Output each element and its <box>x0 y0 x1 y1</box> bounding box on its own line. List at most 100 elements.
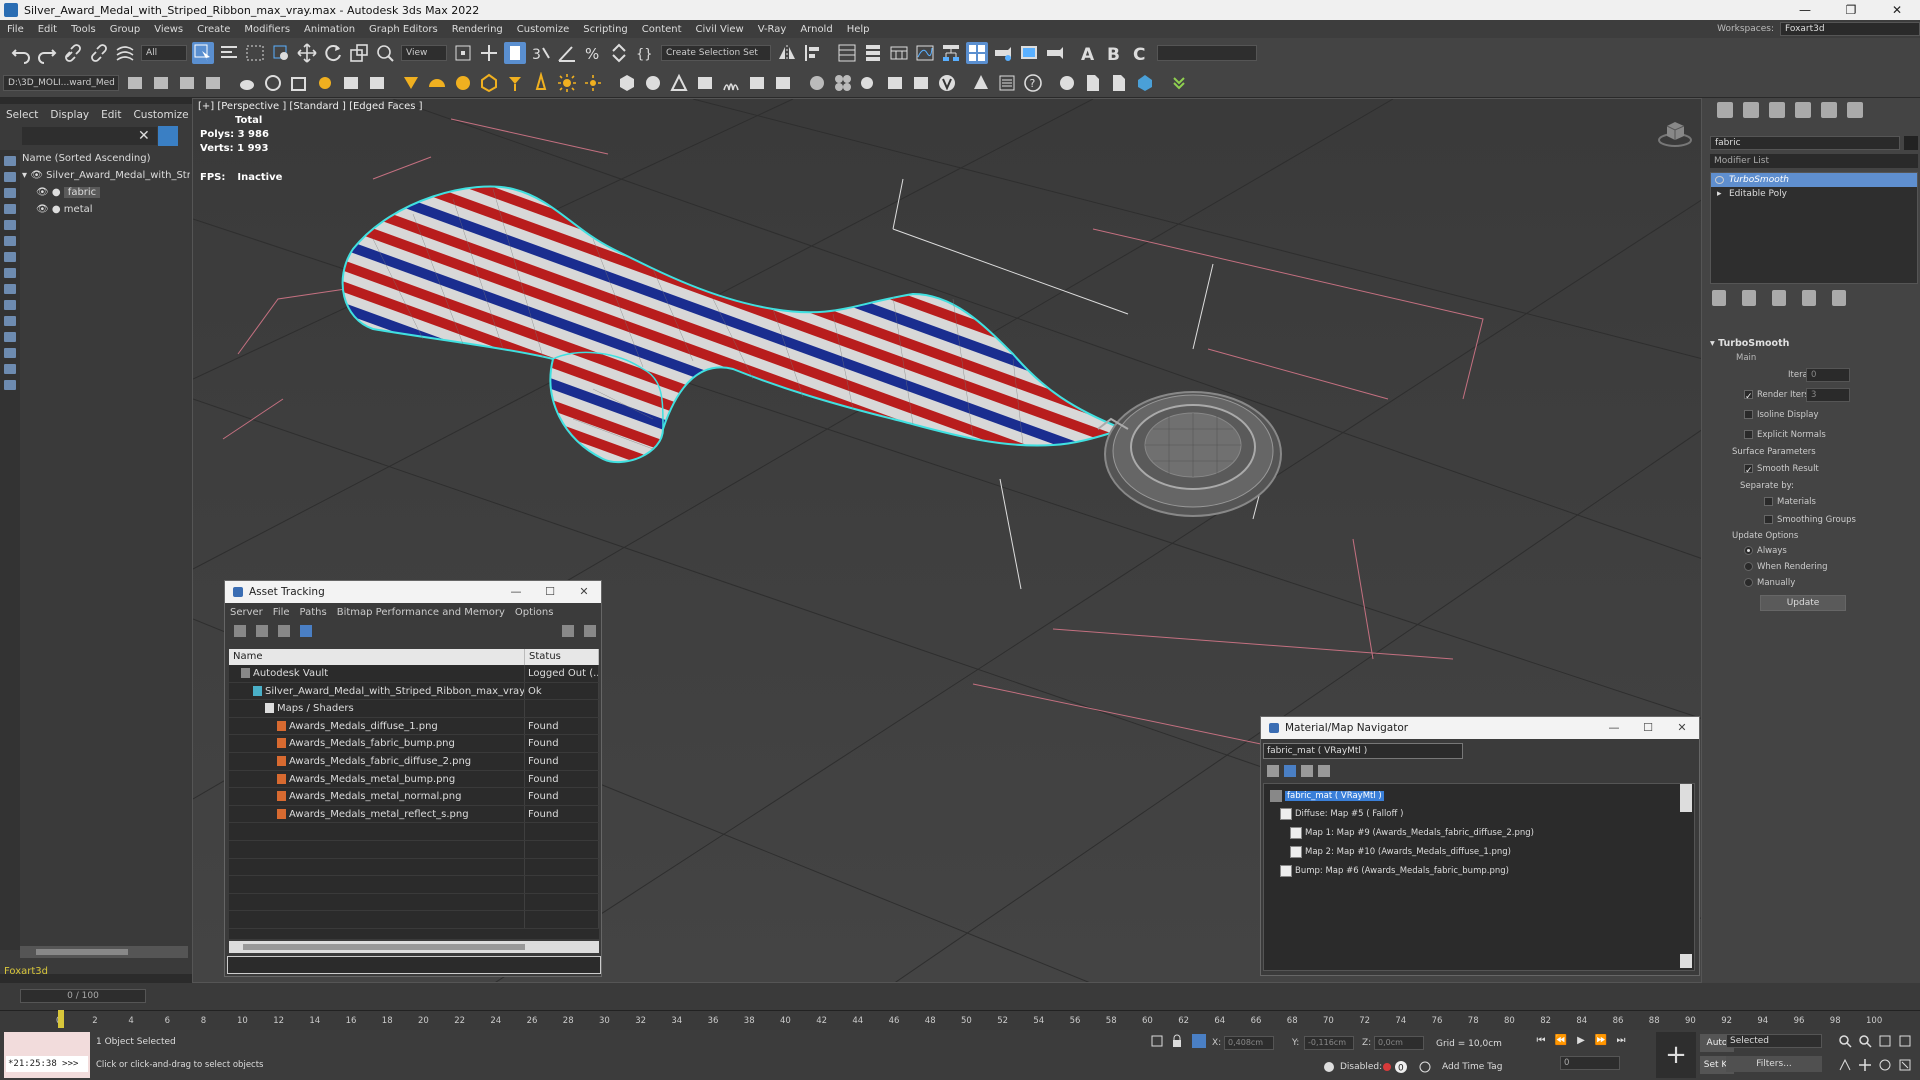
selection-filter-dropdown[interactable]: All <box>141 45 187 61</box>
asset-path-field[interactable] <box>227 956 601 974</box>
vray-bitmap-icon[interactable]: B <box>1104 42 1126 64</box>
scene-explorer-toggle-icon[interactable] <box>836 42 858 64</box>
iterations-spinner[interactable]: 0 <box>1806 368 1850 382</box>
key-filters-button[interactable]: Filters... <box>1726 1056 1822 1072</box>
table-row[interactable]: Awards_Medals_metal_reflect_s.png Found <box>229 805 599 824</box>
render-iters-spinner[interactable]: 3 <box>1806 388 1850 402</box>
scene-tab-edit[interactable]: Edit <box>95 109 127 121</box>
pin-stack-icon[interactable] <box>1712 290 1726 306</box>
dialog-maximize-button[interactable]: ☐ <box>1631 717 1665 739</box>
asset-refresh-icon[interactable] <box>584 625 596 637</box>
menu-vray[interactable]: V-Ray <box>751 24 794 35</box>
asset-menu-paths[interactable]: Paths <box>295 607 332 618</box>
eye-icon[interactable]: 👁 <box>30 170 43 181</box>
filter-cameras-icon[interactable] <box>4 204 16 214</box>
layer-explorer-icon[interactable] <box>862 42 884 64</box>
scene-tab-select[interactable]: Select <box>0 109 44 121</box>
play-icon[interactable]: ▶ <box>1574 1034 1588 1048</box>
dialog-minimize-button[interactable]: — <box>1597 717 1631 739</box>
scene-tree-item[interactable]: 👁 ● fabric <box>20 184 190 201</box>
unlink-icon[interactable] <box>88 42 110 64</box>
light-spot-icon[interactable] <box>400 72 422 94</box>
maxscript-listener[interactable]: *21:25:38 >>> <box>4 1032 90 1078</box>
utilities-tab-icon[interactable] <box>1847 102 1863 118</box>
scene-horizontal-scrollbar[interactable] <box>20 946 188 958</box>
render-setup-icon[interactable] <box>992 42 1014 64</box>
filter-bones-icon[interactable] <box>4 284 16 294</box>
vray-cosmos-icon[interactable]: C <box>1130 42 1152 64</box>
vray-toolbar-icon-2[interactable] <box>150 72 172 94</box>
undo-icon[interactable] <box>10 42 32 64</box>
sphere-icon[interactable] <box>262 72 284 94</box>
pan-icon[interactable] <box>1858 1058 1872 1072</box>
arnold-sphere-icon[interactable] <box>806 72 828 94</box>
time-tag-icon[interactable] <box>1418 1060 1432 1074</box>
spinner-snap-icon[interactable] <box>608 42 630 64</box>
eye-icon[interactable] <box>1715 176 1724 184</box>
absolute-mode-icon[interactable] <box>1192 1034 1206 1048</box>
snaps-toggle-icon[interactable]: 3 <box>530 42 552 64</box>
scene-filter-icon[interactable] <box>158 126 178 146</box>
stack-item-turbosmooth[interactable]: TurboSmooth <box>1711 173 1917 187</box>
keyboard-shortcut-override-icon[interactable] <box>504 42 526 64</box>
filter-groups-icon[interactable] <box>4 252 16 262</box>
vray-decal-icon[interactable] <box>746 72 768 94</box>
table-row[interactable]: Awards_Medals_fabric_bump.png Found <box>229 735 599 753</box>
vray-toolbar-icon-3[interactable] <box>176 72 198 94</box>
view-large-icons-icon[interactable] <box>1318 765 1330 777</box>
vray-plane-icon[interactable] <box>366 72 388 94</box>
angle-snap-icon[interactable] <box>556 42 578 64</box>
filter-none-icon[interactable] <box>4 364 16 374</box>
table-row[interactable]: Silver_Award_Medal_with_Striped_Ribbon_m… <box>229 682 599 701</box>
arnold-lights-icon[interactable] <box>858 72 880 94</box>
vray-grass-icon[interactable] <box>720 72 742 94</box>
list-view-icon[interactable] <box>234 625 246 637</box>
sun-sky-icon[interactable] <box>582 72 604 94</box>
add-time-tag-button[interactable]: Add Time Tag <box>1442 1062 1502 1072</box>
manually-radio[interactable] <box>1744 578 1753 587</box>
render-production-icon[interactable] <box>1044 42 1066 64</box>
place-icon[interactable] <box>374 42 396 64</box>
edit-named-selection-icon[interactable]: {} <box>634 42 656 64</box>
view-list-icons-icon[interactable] <box>1284 765 1296 777</box>
select-manipulate-icon[interactable] <box>478 42 500 64</box>
close-button[interactable]: ✕ <box>1874 0 1920 20</box>
select-by-name-icon[interactable] <box>218 42 240 64</box>
eye-icon[interactable]: 👁 <box>36 187 49 198</box>
scene-tab-customize[interactable]: Customize <box>127 109 194 121</box>
asset-help-icon[interactable] <box>562 625 574 637</box>
vray-proxy-icon[interactable] <box>340 72 362 94</box>
go-to-start-icon[interactable]: ⏮ <box>1534 1034 1548 1048</box>
arnold-tree-icon[interactable] <box>970 72 992 94</box>
redo-icon[interactable] <box>36 42 58 64</box>
filter-hidden-icon[interactable] <box>4 332 16 342</box>
go-to-end-icon[interactable]: ⏭ <box>1614 1034 1628 1048</box>
light-ambient-icon[interactable] <box>530 71 552 94</box>
adaptive-degradation-icon[interactable] <box>1322 1060 1336 1074</box>
materials-checkbox[interactable] <box>1764 497 1773 506</box>
box-icon[interactable] <box>288 72 310 94</box>
rendered-frame-window-icon[interactable] <box>1018 42 1040 64</box>
table-row[interactable]: Autodesk Vault Logged Out (... <box>229 665 599 683</box>
arnold-export-icon[interactable] <box>1108 72 1130 94</box>
scene-tab-display[interactable]: Display <box>44 109 95 121</box>
stack-item-editable-poly[interactable]: ▸ Editable Poly <box>1711 187 1917 201</box>
material-tree-item[interactable]: Diffuse: Map #5 ( Falloff ) <box>1280 806 1403 822</box>
remove-modifier-icon[interactable] <box>1802 290 1816 306</box>
bind-spacewarp-icon[interactable] <box>114 42 136 64</box>
filter-xrefs-icon[interactable] <box>4 268 16 278</box>
vray-toolbar-icon-1[interactable] <box>124 72 146 94</box>
smoothing-groups-checkbox[interactable] <box>1764 515 1773 524</box>
vray-vfb-icon[interactable] <box>694 72 716 94</box>
expand-toolbar-icon[interactable] <box>1168 72 1190 94</box>
material-tree-item[interactable]: fabric_mat ( VRayMtl ) <box>1270 788 1384 804</box>
menu-animation[interactable]: Animation <box>297 24 362 35</box>
viewport-label-menu[interactable]: [+] [Perspective ] [Standard ] [Edged Fa… <box>198 101 423 112</box>
light-dome-icon[interactable] <box>426 72 448 94</box>
update-button[interactable]: Update <box>1760 595 1846 611</box>
explicit-normals-checkbox[interactable] <box>1744 430 1753 439</box>
maximize-viewport-icon[interactable] <box>1898 1058 1912 1072</box>
menu-group[interactable]: Group <box>103 24 147 35</box>
menu-graph-editors[interactable]: Graph Editors <box>362 24 445 35</box>
menu-scripting[interactable]: Scripting <box>576 24 634 35</box>
